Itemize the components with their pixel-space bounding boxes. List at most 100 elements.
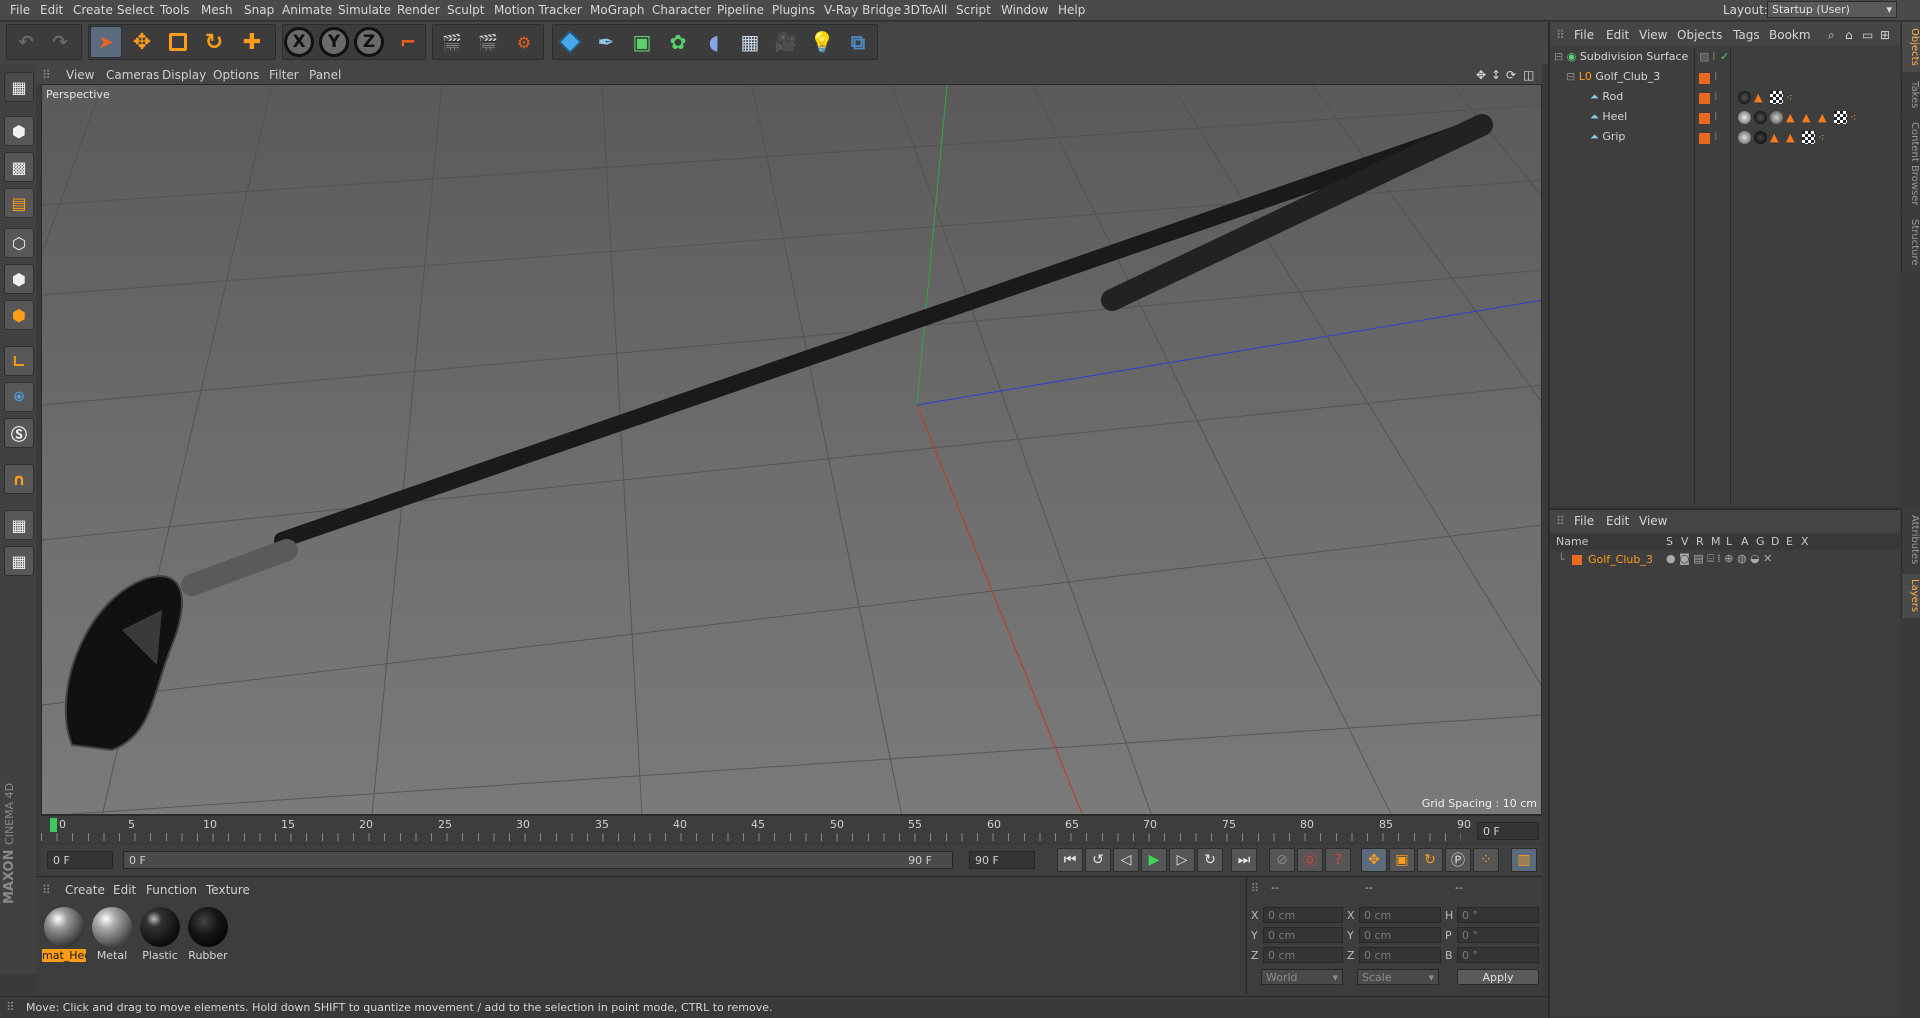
viewport-rotate-icon[interactable]: ⟳ bbox=[1506, 68, 1516, 82]
make-editable-icon[interactable]: ▦ bbox=[4, 72, 34, 102]
position-z-field[interactable]: 0 cm bbox=[1263, 947, 1343, 963]
minimize-icon[interactable]: ▭ bbox=[1862, 28, 1873, 42]
lm-menu-file[interactable]: File bbox=[1574, 514, 1594, 528]
om-menu-file[interactable]: File bbox=[1574, 28, 1594, 42]
texture-tag-icon[interactable]: ▲ bbox=[1802, 111, 1815, 124]
lm-menu-view[interactable]: View bbox=[1639, 514, 1667, 528]
material-tag-icon[interactable] bbox=[1754, 130, 1767, 144]
layer-toggles-icon[interactable]: ● ◙ ▤ ⌸ ⁞ ⊕ ◍ ◒ ✕ bbox=[1666, 552, 1772, 566]
object-row-rod[interactable]: ⏶ Rod ⁞ ▲ ⁖ bbox=[1554, 90, 1912, 109]
layer-row[interactable]: └ Golf_Club_3 ● ◙ ▤ ⌸ ⁞ ⊕ ◍ ◒ ✕ bbox=[1550, 552, 1900, 568]
coordinate-space-select[interactable]: World ▾ bbox=[1261, 969, 1343, 985]
subdivision-icon[interactable]: ▣ bbox=[626, 26, 658, 58]
texture-tag-icon[interactable]: ▲ bbox=[1818, 111, 1831, 124]
om-menu-objects[interactable]: Objects bbox=[1677, 28, 1722, 42]
cloner-icon[interactable]: ✿ bbox=[662, 26, 694, 58]
end-frame-field[interactable]: 90 F bbox=[969, 851, 1035, 869]
viewport-menu-panel[interactable]: Panel bbox=[309, 68, 341, 82]
object-row-golf-club[interactable]: ⊟ L0 Golf_Club_3 ⁞ bbox=[1554, 70, 1912, 89]
position-x-field[interactable]: 0 cm bbox=[1263, 907, 1343, 923]
uvw-tag-icon[interactable] bbox=[1802, 130, 1815, 144]
tab-content-browser[interactable]: Content Browser bbox=[1901, 118, 1920, 210]
key-position-icon[interactable]: ✥ bbox=[1361, 848, 1387, 872]
layer-color-swatch[interactable] bbox=[1572, 555, 1582, 565]
apply-button[interactable]: Apply bbox=[1457, 969, 1539, 985]
redo-icon[interactable]: ↷ bbox=[44, 26, 76, 58]
rotation-p-field[interactable]: 0 ° bbox=[1457, 927, 1539, 943]
last-tool-icon[interactable]: ✚ bbox=[236, 26, 268, 58]
material-item[interactable]: mat_Heel bbox=[42, 905, 86, 962]
material-tag-icon[interactable] bbox=[1754, 110, 1767, 124]
previous-frame-icon[interactable]: ◁ bbox=[1113, 848, 1139, 872]
layer-color-swatch[interactable] bbox=[1699, 73, 1710, 84]
selection-tag-icon[interactable]: ⁖ bbox=[1818, 131, 1831, 144]
material-menu-edit[interactable]: Edit bbox=[113, 883, 136, 897]
next-key-icon[interactable]: ↻ bbox=[1197, 848, 1223, 872]
tab-objects[interactable]: Objects bbox=[1901, 22, 1920, 72]
checkmark-icon[interactable]: ✓ bbox=[1720, 50, 1729, 63]
model-mode-icon[interactable]: ⬢ bbox=[4, 116, 34, 146]
tab-takes[interactable]: Takes bbox=[1901, 74, 1920, 116]
rotation-h-field[interactable]: 0 ° bbox=[1457, 907, 1539, 923]
material-menu-function[interactable]: Function bbox=[146, 883, 197, 897]
enabled-dots-icon[interactable]: ⁞ bbox=[1712, 50, 1716, 63]
om-menu-edit[interactable]: Edit bbox=[1606, 28, 1629, 42]
menu-animate[interactable]: Animate bbox=[282, 3, 332, 17]
texture-tag-icon[interactable]: ▲ bbox=[1786, 131, 1799, 144]
viewport-zoom-icon[interactable]: ↕ bbox=[1491, 68, 1501, 82]
deformer-icon[interactable]: ◖ bbox=[698, 26, 730, 58]
coordinate-system-icon[interactable]: ⌐ bbox=[392, 26, 424, 58]
go-to-end-icon[interactable]: ⏭ bbox=[1231, 848, 1257, 872]
frame-range-slider[interactable]: 0 F 90 F bbox=[123, 851, 953, 869]
playhead[interactable] bbox=[50, 818, 57, 832]
menu-pipeline[interactable]: Pipeline bbox=[717, 3, 764, 17]
key-scale-icon[interactable]: ▣ bbox=[1389, 848, 1415, 872]
texture-tag-icon[interactable]: ▲ bbox=[1754, 91, 1767, 104]
object-row-grip[interactable]: ⏶ Grip ⁞ ▲ ▲ ⁖ bbox=[1554, 130, 1912, 149]
previous-key-icon[interactable]: ↺ bbox=[1085, 848, 1111, 872]
light-icon[interactable]: 💡 bbox=[806, 26, 838, 58]
menu-tools[interactable]: Tools bbox=[160, 3, 190, 17]
timeline-ruler[interactable]: 0 5 10 15 20 25 30 35 40 45 50 55 60 65 … bbox=[41, 815, 1542, 843]
enabled-dots-icon[interactable]: ⁞ bbox=[1714, 70, 1718, 83]
texture-mode-icon[interactable]: ▩ bbox=[4, 152, 34, 182]
edges-mode-icon[interactable]: ⬢ bbox=[4, 264, 34, 294]
menu-mesh[interactable]: Mesh bbox=[201, 3, 233, 17]
key-pla-icon[interactable]: ⁘ bbox=[1473, 848, 1499, 872]
material-tag-icon[interactable] bbox=[1738, 90, 1751, 104]
menu-render[interactable]: Render bbox=[397, 3, 440, 17]
layer-color-swatch[interactable] bbox=[1699, 133, 1710, 144]
rotation-b-field[interactable]: 0 ° bbox=[1457, 947, 1539, 963]
menu-mograph[interactable]: MoGraph bbox=[590, 3, 645, 17]
tab-structure[interactable]: Structure bbox=[1901, 212, 1920, 272]
viewport-menu-options[interactable]: Options bbox=[213, 68, 259, 82]
position-y-field[interactable]: 0 cm bbox=[1263, 927, 1343, 943]
om-menu-view[interactable]: View bbox=[1639, 28, 1667, 42]
object-row-subdivision[interactable]: ⊟ ◉ Subdivision Surface ▨ ⁞ ✓ bbox=[1554, 50, 1912, 69]
layout-select[interactable]: Startup (User) ▾ bbox=[1767, 1, 1897, 18]
object-row-heel[interactable]: ⏶ Heel ⁞ ▲ ▲ ▲ ⁖ bbox=[1554, 110, 1912, 129]
keyframe-selection-icon[interactable]: ? bbox=[1325, 848, 1351, 872]
viewport-perspective[interactable]: Perspective Grid Spacing : 10 cm bbox=[41, 84, 1542, 815]
size-x-field[interactable]: 0 cm bbox=[1359, 907, 1441, 923]
viewport-move-icon[interactable]: ✥ bbox=[1476, 68, 1486, 82]
viewport-menu-display[interactable]: Display bbox=[162, 68, 206, 82]
enabled-dots-icon[interactable]: ⁞ bbox=[1714, 90, 1718, 103]
tweak-icon[interactable]: ⍟ bbox=[4, 382, 34, 412]
material-item[interactable]: Rubber bbox=[186, 905, 230, 962]
viewport-menu-view[interactable]: View bbox=[66, 68, 94, 82]
menu-help[interactable]: Help bbox=[1058, 3, 1085, 17]
layer-name[interactable]: Golf_Club_3 bbox=[1588, 553, 1653, 566]
texture-tag-icon[interactable]: ▲ bbox=[1770, 131, 1783, 144]
size-mode-select[interactable]: Scale ▾ bbox=[1357, 969, 1439, 985]
material-tag-icon[interactable] bbox=[1738, 130, 1751, 144]
menu-motion-tracker[interactable]: Motion Tracker bbox=[494, 3, 582, 17]
tab-layers[interactable]: Layers bbox=[1901, 574, 1920, 618]
material-item[interactable]: Metal bbox=[90, 905, 134, 962]
viewport-maximize-icon[interactable]: ◫ bbox=[1523, 68, 1534, 82]
python-icon[interactable]: ⧉ bbox=[842, 26, 874, 58]
material-menu-texture[interactable]: Texture bbox=[206, 883, 250, 897]
rotate-icon[interactable]: ↻ bbox=[198, 26, 230, 58]
uvw-tag-icon[interactable] bbox=[1770, 90, 1783, 104]
menu-character[interactable]: Character bbox=[652, 3, 711, 17]
